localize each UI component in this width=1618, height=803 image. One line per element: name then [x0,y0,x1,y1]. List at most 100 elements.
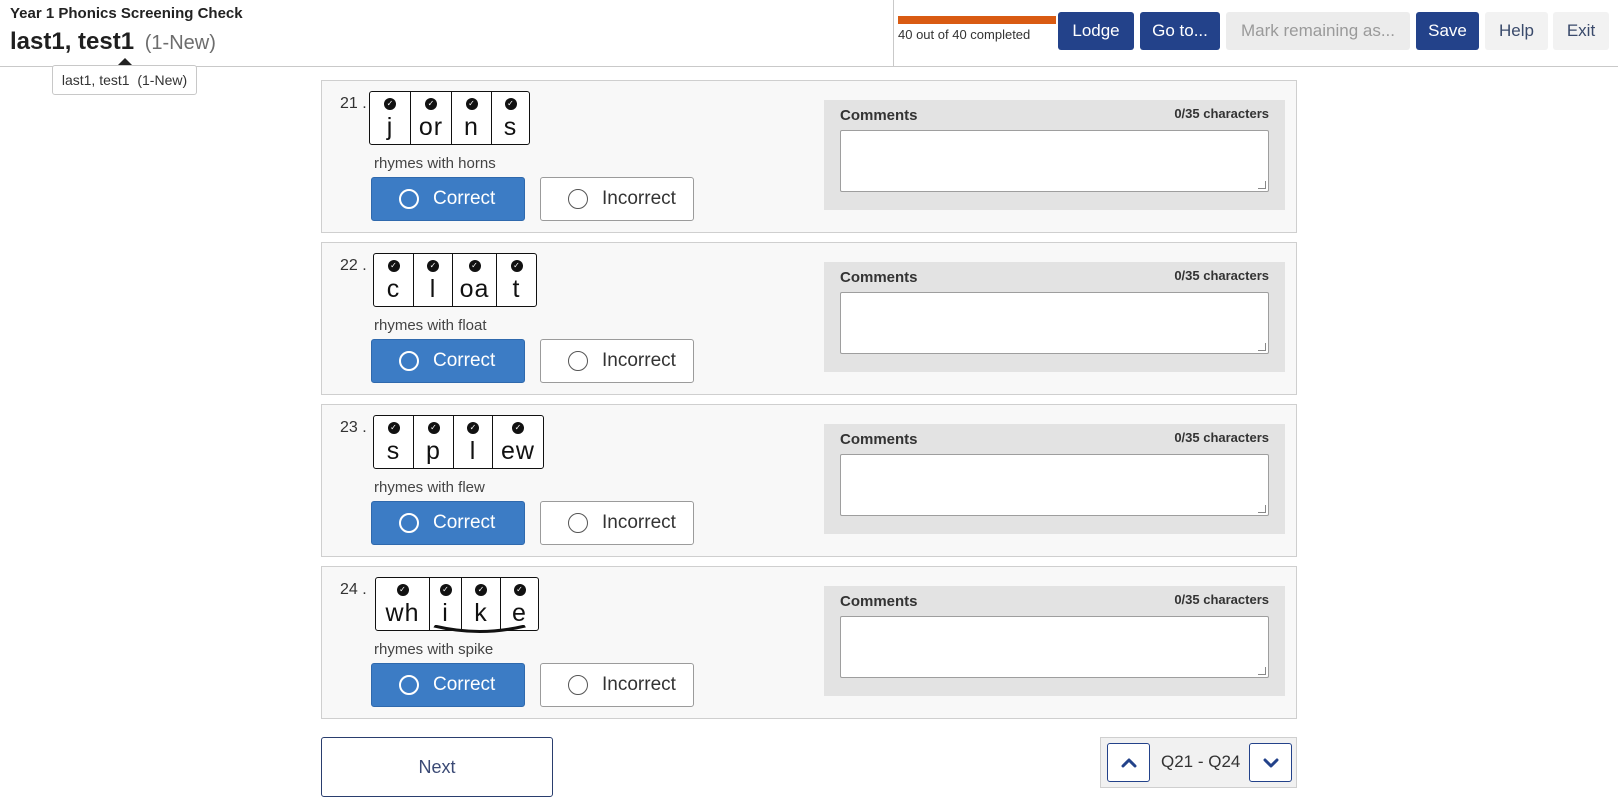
grapheme-text: j [386,113,394,141]
grapheme-text: e [512,599,527,627]
comments-textarea[interactable] [840,292,1269,354]
checkmark-icon: ✓ [468,260,481,272]
correct-label: Correct [433,674,496,695]
grapheme-text: wh [385,599,420,627]
incorrect-label: Incorrect [602,674,676,695]
rhyme-hint: rhymes with float [374,317,487,334]
checkmark-icon: ✓ [387,260,400,272]
grapheme-cell[interactable]: ✓ n [451,92,491,144]
radio-icon [399,675,419,695]
question-number: 21 . [340,95,367,112]
comments-label: Comments [840,431,918,448]
word-graphemes: ✓ j ✓ or ✓ n ✓ s [369,91,530,145]
rhyme-hint: rhymes with flew [374,479,485,496]
radio-icon [568,351,588,371]
grapheme-cell[interactable]: ✓ c [374,254,413,306]
grapheme-cell[interactable]: ✓ wh [376,578,429,630]
student-heading[interactable]: last1, test1 (1-New) [10,28,216,56]
incorrect-option[interactable]: Incorrect [540,339,694,383]
progress-fill [898,16,1056,24]
word-graphemes: ✓ c ✓ l ✓ oa ✓ t [373,253,537,307]
incorrect-option[interactable]: Incorrect [540,177,694,221]
header-separator [0,66,1618,67]
grapheme-text: c [386,275,401,303]
app-title: Year 1 Phonics Screening Check [10,5,243,22]
radio-icon [399,513,419,533]
grapheme-cell[interactable]: ✓ oa [452,254,496,306]
help-button[interactable]: Help [1485,12,1548,50]
grapheme-text: or [418,113,444,141]
comments-label: Comments [840,593,918,610]
checkmark-icon: ✓ [510,260,523,272]
grapheme-cell[interactable]: ✓ k [461,578,500,630]
pager-range-label: Q21 - Q24 [1161,752,1241,771]
checkmark-icon: ✓ [427,260,439,272]
checkmark-icon: ✓ [387,422,400,434]
grapheme-cell[interactable]: ✓ s [491,92,529,144]
grapheme-cell[interactable]: ✓ or [410,92,451,144]
grapheme-cell[interactable]: ✓ ew [492,416,543,468]
grapheme-cell[interactable]: ✓ e [500,578,538,630]
checkmark-icon: ✓ [467,422,479,434]
grapheme-text: ew [501,437,535,465]
correct-label: Correct [433,350,496,371]
comments-label: Comments [840,269,918,286]
grapheme-cell[interactable]: ✓ j [370,92,410,144]
radio-icon [399,189,419,209]
comments-label: Comments [840,107,918,124]
grapheme-text: l [469,437,477,465]
resize-grip-icon[interactable] [1258,667,1266,675]
student-name: last1, test1 [10,28,135,55]
incorrect-label: Incorrect [602,512,676,533]
grapheme-text: l [429,275,437,303]
grapheme-text: t [512,275,521,303]
correct-option[interactable]: Correct [371,663,525,707]
grapheme-text: s [503,113,518,141]
grapheme-cell[interactable]: ✓ s [374,416,413,468]
grapheme-text: p [426,437,441,465]
comments-textarea[interactable] [840,454,1269,516]
question-number: 23 . [340,419,367,436]
grapheme-cell[interactable]: ✓ i [429,578,461,630]
chevron-down-icon [1263,758,1278,767]
next-button[interactable]: Next [321,737,553,797]
question-panel: 21 . ✓ j ✓ or ✓ n ✓ s rhymes with horns Correct Inc… [321,80,1297,233]
progress-bar [898,16,1056,24]
grapheme-text: k [474,599,488,627]
checkmark-icon: ✓ [475,584,487,596]
next-page-button[interactable] [1249,743,1292,782]
grapheme-cell[interactable]: ✓ l [413,254,452,306]
correct-label: Correct [433,188,496,209]
grapheme-cell[interactable]: ✓ t [496,254,536,306]
mark-remaining-button[interactable]: Mark remaining as... [1226,12,1410,50]
comments-textarea[interactable] [840,616,1269,678]
comments-char-count: 0/35 characters [1174,430,1269,445]
save-button[interactable]: Save [1416,12,1479,50]
correct-option[interactable]: Correct [371,177,525,221]
grapheme-cell[interactable]: ✓ p [413,416,453,468]
checkmark-icon: ✓ [513,584,526,596]
goto-button[interactable]: Go to... [1140,12,1220,50]
lodge-button[interactable]: Lodge [1058,12,1134,50]
grapheme-text: i [442,599,449,627]
chevron-up-icon [1121,758,1136,767]
question-panel: 24 . ✓ wh ✓ i ✓ k ✓ e rhymes with spike Correct Inc… [321,566,1297,719]
comments-char-count: 0/35 characters [1174,106,1269,121]
comments-textarea[interactable] [840,130,1269,192]
correct-option[interactable]: Correct [371,501,525,545]
exit-button[interactable]: Exit [1553,12,1609,50]
incorrect-option[interactable]: Incorrect [540,663,694,707]
rhyme-hint: rhymes with horns [374,155,496,172]
comments-section: Comments 0/35 characters [824,424,1285,534]
resize-grip-icon[interactable] [1258,505,1266,513]
tooltip-arrow-icon [118,58,132,65]
resize-grip-icon[interactable] [1258,181,1266,189]
grapheme-text: n [464,113,479,141]
resize-grip-icon[interactable] [1258,343,1266,351]
incorrect-option[interactable]: Incorrect [540,501,694,545]
grapheme-cell[interactable]: ✓ l [453,416,492,468]
previous-page-button[interactable] [1107,743,1150,782]
correct-option[interactable]: Correct [371,339,525,383]
student-tooltip: last1, test1 (1-New) [52,65,197,95]
radio-icon [568,189,588,209]
